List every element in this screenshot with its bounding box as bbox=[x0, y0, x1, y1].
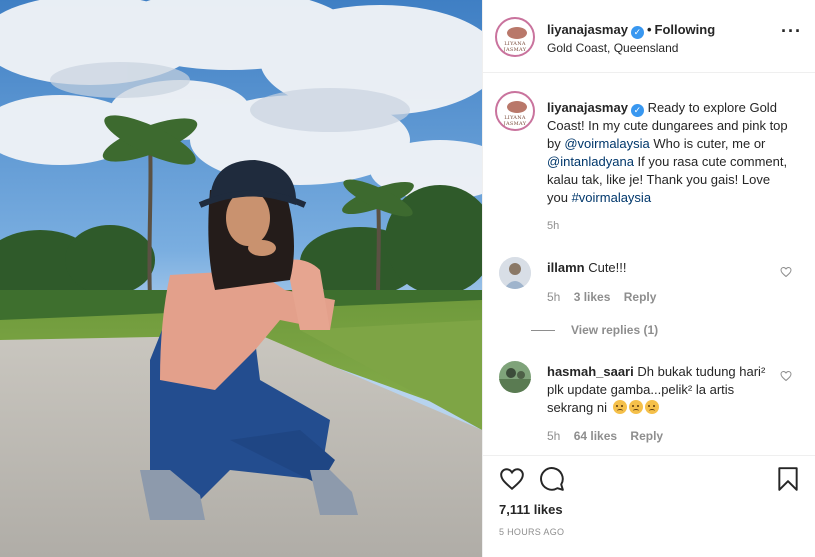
caption-author-avatar[interactable]: LIYANA JASMAY bbox=[495, 91, 535, 131]
view-replies-line bbox=[531, 330, 555, 332]
commenter-avatar-image bbox=[499, 257, 531, 289]
author-avatar[interactable]: LIYANA JASMAY bbox=[495, 17, 535, 57]
following-button[interactable]: Following bbox=[655, 22, 716, 37]
view-replies-label: View replies (1) bbox=[571, 323, 659, 337]
frowning-face-emoji-icon bbox=[628, 400, 643, 414]
avatar-logo-mark bbox=[507, 101, 527, 113]
heart-icon[interactable] bbox=[499, 466, 525, 492]
post-photo-illustration bbox=[0, 0, 482, 557]
comment-like-heart-icon[interactable] bbox=[780, 266, 792, 278]
comment-username[interactable]: hasmah_saari bbox=[547, 364, 634, 379]
post-header: LIYANA JASMAY liyanajasmay ✓ • Following Go… bbox=[483, 0, 815, 73]
caption-text-part-2: Who is cuter, me or bbox=[649, 136, 766, 151]
caption-username[interactable]: liyanajasmay bbox=[547, 100, 628, 115]
frowning-face-emoji-icon bbox=[644, 400, 659, 414]
comment-likes[interactable]: 64 likes bbox=[574, 429, 617, 443]
instagram-post-modal: LIYANA JASMAY liyanajasmay ✓ • Following Go… bbox=[0, 0, 815, 557]
post-timestamp[interactable]: 5 HOURS AGO bbox=[499, 527, 564, 537]
comment-reply-button[interactable]: Reply bbox=[630, 429, 663, 443]
comment-likes[interactable]: 3 likes bbox=[574, 290, 611, 304]
view-replies-button[interactable]: View replies (1) bbox=[531, 323, 658, 337]
avatar-logo-mark bbox=[507, 27, 527, 39]
mention-link-intanladyana[interactable]: @intanladyana bbox=[547, 154, 634, 169]
more-options-icon[interactable]: ··· bbox=[781, 22, 802, 40]
author-header-line: liyanajasmay ✓ • Following bbox=[547, 22, 715, 39]
comment-username[interactable]: illamn bbox=[547, 260, 585, 275]
post-photo[interactable] bbox=[0, 0, 482, 557]
comment-text: hasmah_saari Dh bukak tudung hari² plk u… bbox=[547, 363, 767, 417]
comment-reply-button[interactable]: Reply bbox=[624, 290, 657, 304]
comment-meta: 5h 64 likes Reply bbox=[547, 429, 673, 443]
avatar-logo-text: LIYANA JASMAY bbox=[503, 41, 527, 53]
author-username[interactable]: liyanajasmay bbox=[547, 22, 628, 37]
verified-badge-icon: ✓ bbox=[630, 26, 644, 39]
mention-link-voirmalaysia[interactable]: @voirmalaysia bbox=[564, 136, 649, 151]
post-location[interactable]: Gold Coast, Queensland bbox=[547, 41, 678, 55]
header-separator: • bbox=[646, 22, 652, 37]
avatar-logo-text: LIYANA JASMAY bbox=[503, 115, 527, 127]
caption-timestamp[interactable]: 5h bbox=[547, 220, 559, 232]
bookmark-icon[interactable] bbox=[775, 466, 801, 492]
commenter-avatar-image bbox=[499, 361, 531, 393]
post-details-panel: LIYANA JASMAY liyanajasmay ✓ • Following Go… bbox=[482, 0, 815, 557]
hashtag-link-voirmalaysia[interactable]: #voirmalaysia bbox=[572, 190, 651, 205]
comment-timestamp[interactable]: 5h bbox=[547, 429, 560, 443]
verified-badge-icon: ✓ bbox=[630, 104, 644, 117]
frowning-face-emoji-icon bbox=[612, 400, 627, 414]
comment-icon[interactable] bbox=[539, 466, 565, 492]
comment-timestamp[interactable]: 5h bbox=[547, 290, 560, 304]
comment-meta: 5h 3 likes Reply bbox=[547, 290, 666, 304]
likes-count[interactable]: 7,111 likes bbox=[499, 502, 563, 517]
comment-body: Cute!!! bbox=[588, 260, 627, 275]
comment-like-heart-icon[interactable] bbox=[780, 370, 792, 382]
caption-text: liyanajasmay ✓ Ready to explore Gold Coas… bbox=[547, 99, 792, 207]
post-actions-bar: 7,111 likes 5 HOURS AGO bbox=[483, 455, 815, 557]
comment-text: illamn Cute!!! bbox=[547, 259, 767, 277]
commenter-avatar[interactable] bbox=[499, 361, 531, 393]
commenter-avatar[interactable] bbox=[499, 257, 531, 289]
